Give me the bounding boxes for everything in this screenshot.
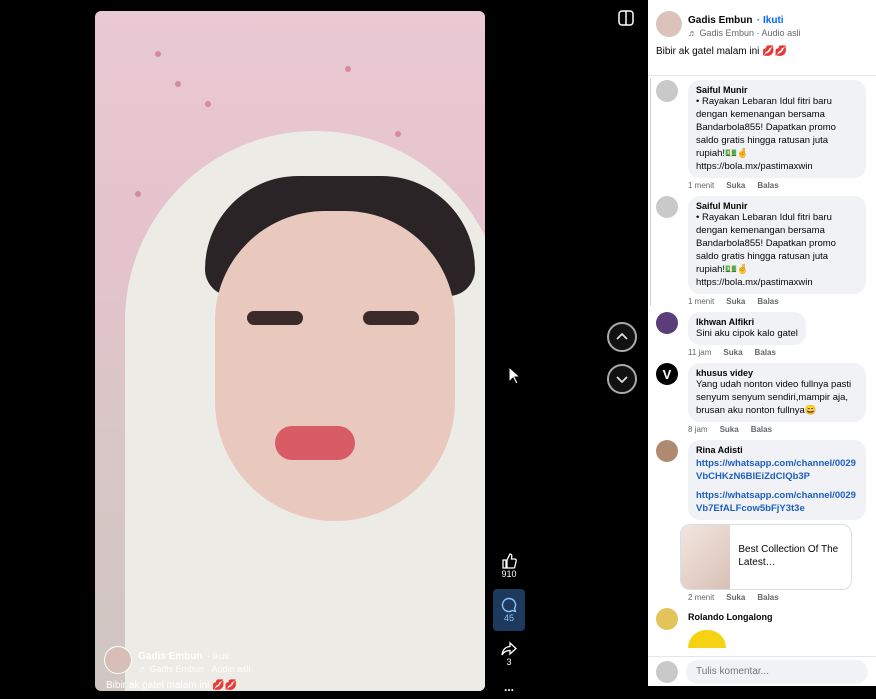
avatar[interactable]: V (656, 363, 678, 385)
reply-link[interactable]: Balas (751, 425, 772, 434)
like-link[interactable]: Suka (726, 181, 745, 190)
comment-meta: 1 menit Suka Balas (688, 297, 876, 306)
reel-video[interactable] (95, 11, 485, 691)
comment-text: Sini aku cipok kalo gatel (696, 328, 798, 339)
avatar (656, 660, 678, 683)
whatsapp-link[interactable]: https://whatsapp.com/channel/0029VbCHKzN… (696, 457, 858, 483)
video-author-name[interactable]: Gadis Embun (138, 651, 202, 662)
more-button[interactable]: ... (493, 677, 525, 697)
video-audio[interactable]: Gadis Embun · Audio asli (150, 664, 251, 674)
comment-link[interactable]: https://bola.mx/pastimaxwin (696, 160, 858, 173)
comment-time[interactable]: 11 jam (688, 348, 711, 357)
reply-link[interactable]: Balas (757, 181, 778, 190)
avatar[interactable] (656, 80, 678, 102)
comment: Saiful Munir • Rayakan Lebaran Idul fitr… (648, 196, 876, 294)
comment-bubble: Saiful Munir • Rayakan Lebaran Idul fitr… (688, 196, 866, 294)
comment: Rina Adisti https://whatsapp.com/channel… (648, 440, 876, 520)
comment-time[interactable]: 1 menit (688, 297, 714, 306)
comment-link[interactable]: https://bola.mx/pastimaxwin (696, 276, 858, 289)
like-link[interactable]: Suka (726, 297, 745, 306)
comment-author[interactable]: Rolando Longalong (688, 612, 773, 622)
whatsapp-link[interactable]: https://whatsapp.com/channel/0029Vb7EfAL… (696, 489, 858, 515)
follow-button[interactable]: · Ikuti (757, 15, 784, 26)
avatar[interactable] (656, 440, 678, 462)
comment-time[interactable]: 8 jam (688, 425, 708, 434)
comment: Saiful Munir • Rayakan Lebaran Idul fitr… (648, 80, 876, 178)
mouse-cursor-icon (508, 366, 522, 385)
chevron-up-icon (616, 332, 628, 340)
comment-meta: 8 jam Suka Balas (688, 425, 876, 434)
comment-count: 45 (503, 613, 514, 623)
chevron-down-icon (616, 376, 628, 384)
previous-reel-button[interactable] (607, 322, 637, 352)
comment-list[interactable]: Saiful Munir • Rayakan Lebaran Idul fitr… (648, 78, 876, 654)
panel-header: Gadis Embun · Ikuti ♬ Gadis Embun · Audi… (648, 0, 876, 76)
music-icon: ♬ (138, 664, 150, 674)
video-author: Gadis Embun · Ikuti ♬ Gadis Embun · Audi… (104, 646, 251, 674)
reply-link[interactable]: Balas (757, 593, 778, 602)
comment-meta: 1 menit Suka Balas (688, 181, 876, 190)
link-preview-image (681, 525, 731, 589)
comments-panel: Gadis Embun · Ikuti ♬ Gadis Embun · Audi… (648, 0, 876, 686)
comment-author[interactable]: Ikhwan Alfikri (696, 317, 798, 327)
comment-bubble: Saiful Munir • Rayakan Lebaran Idul fitr… (688, 80, 866, 178)
link-preview-title: Best Collection Of The Latest… (738, 544, 839, 568)
comment-author[interactable]: khusus videy (696, 368, 858, 378)
share-button[interactable]: 3 (493, 633, 525, 675)
share-icon (501, 641, 517, 656)
sticker-image (688, 630, 726, 648)
thumbs-up-icon (502, 553, 517, 569)
comment-icon (501, 597, 517, 613)
comment-author[interactable]: Saiful Munir (696, 201, 858, 211)
comment-bubble: Ikhwan Alfikri Sini aku cipok kalo gatel (688, 312, 806, 345)
like-link[interactable]: Suka (726, 593, 745, 602)
like-link[interactable]: Suka (720, 425, 739, 434)
follow-link[interactable]: · Ikuti (207, 651, 229, 661)
comment-text: • Rayakan Lebaran Idul fitri baru dengan… (696, 212, 836, 275)
panel-caption: Bibir ak gatel malam ini 💋💋 (656, 46, 788, 57)
collapse-panel-icon[interactable] (618, 10, 634, 26)
comment-meta: 2 menit Suka Balas (688, 593, 876, 602)
comment-text: Yang udah nonton video fullnya pasti sen… (696, 379, 852, 416)
comment-composer (648, 656, 876, 686)
reel-actions: 910 45 3 ... (493, 545, 525, 699)
panel-author-name[interactable]: Gadis Embun (688, 15, 752, 26)
comment-meta: 11 jam Suka Balas (688, 348, 876, 357)
panel-audio[interactable]: Gadis Embun · Audio asli (700, 28, 801, 38)
reply-link[interactable]: Balas (757, 297, 778, 306)
like-link[interactable]: Suka (723, 348, 742, 357)
avatar[interactable] (656, 11, 682, 37)
comment-bubble: Rina Adisti https://whatsapp.com/channel… (688, 440, 866, 520)
comment: V khusus videy Yang udah nonton video fu… (648, 363, 876, 422)
link-preview-card[interactable]: Best Collection Of The Latest… (680, 524, 852, 590)
comment-author[interactable]: Saiful Munir (696, 85, 858, 95)
share-count: 3 (506, 657, 512, 667)
comment-text: • Rayakan Lebaran Idul fitri baru dengan… (696, 96, 836, 159)
video-stage: Gadis Embun · Ikuti ♬ Gadis Embun · Audi… (0, 0, 648, 694)
avatar[interactable] (656, 312, 678, 334)
next-reel-button[interactable] (607, 364, 637, 394)
comment-input[interactable] (686, 659, 868, 684)
more-icon: ... (503, 680, 514, 694)
comment: Ikhwan Alfikri Sini aku cipok kalo gatel (648, 312, 876, 345)
like-count: 910 (501, 569, 517, 579)
reply-link[interactable]: Balas (755, 348, 776, 357)
avatar[interactable] (104, 646, 132, 674)
avatar[interactable] (656, 196, 678, 218)
music-icon: ♬ (688, 28, 700, 38)
comment-time[interactable]: 1 menit (688, 181, 714, 190)
comment-time[interactable]: 2 menit (688, 593, 714, 602)
comment-bubble: khusus videy Yang udah nonton video full… (688, 363, 866, 422)
comment-button[interactable]: 45 (493, 589, 525, 631)
comment: Rolando Longalong (648, 608, 876, 648)
comment-author[interactable]: Rina Adisti (696, 445, 858, 455)
like-button[interactable]: 910 (493, 545, 525, 587)
avatar[interactable] (656, 608, 678, 630)
